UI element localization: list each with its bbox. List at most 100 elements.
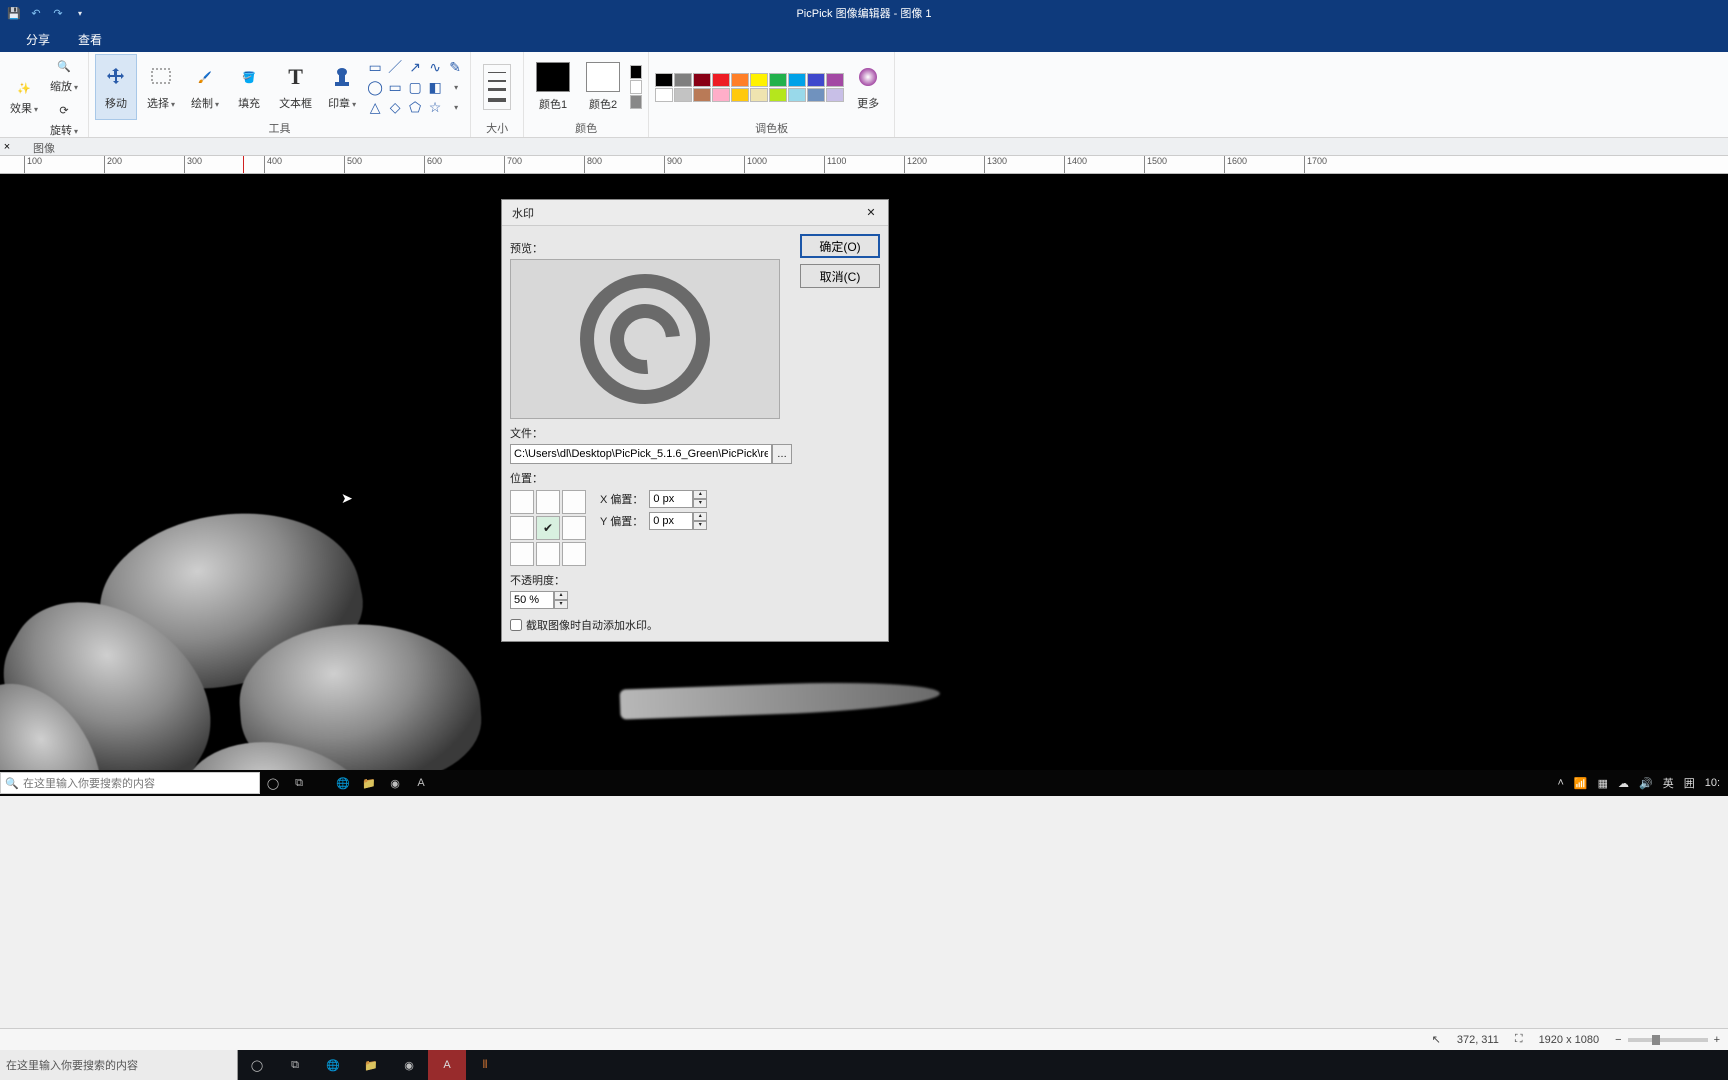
side-white[interactable] [630,80,642,94]
shape-tri[interactable]: △ [366,98,384,116]
app-w-icon-lower[interactable]: ⦀ [466,1050,504,1080]
palette-swatch[interactable] [712,73,730,87]
shape-rect[interactable]: ▭ [386,78,404,96]
palette-swatch[interactable] [807,73,825,87]
search-box-upper[interactable]: 🔍 在这里输入你要搜索的内容 [0,772,260,794]
tray-icon-2[interactable]: ☁ [1618,777,1629,790]
y-offset-input[interactable] [649,512,693,530]
side-black[interactable] [630,65,642,79]
palette-swatch[interactable] [750,88,768,102]
pos-mc[interactable]: ✔ [536,516,560,540]
tab-share[interactable]: 分享 [12,26,64,52]
shape-gallery[interactable]: ▭ ／ ↗ ∿ ✎ ◯ ▭ ▢ ◧ △ ◇ ⬠ ☆ [366,58,464,116]
palette-swatch[interactable] [769,88,787,102]
zoom-in-icon[interactable]: + [1714,1034,1720,1046]
palette-swatch[interactable] [788,88,806,102]
cortana-icon-lower[interactable]: ◯ [238,1050,276,1080]
clock-upper[interactable]: 10: [1705,777,1720,789]
shape-more2[interactable] [446,98,464,116]
palette-swatch[interactable] [807,88,825,102]
shape-callout[interactable]: ◧ [426,78,444,96]
y-up[interactable]: ▴ [693,512,707,521]
color1-button[interactable]: 颜色1 [530,54,576,120]
cancel-button[interactable]: 取消(C) [800,264,880,288]
palette-swatch[interactable] [750,73,768,87]
volume-icon[interactable]: 🔊 [1639,777,1653,790]
shape-round[interactable]: ▢ [406,78,424,96]
pos-ml[interactable] [510,516,534,540]
palette-swatch[interactable] [788,73,806,87]
pos-mr[interactable] [562,516,586,540]
y-down[interactable]: ▾ [693,521,707,530]
edge-icon[interactable]: 🌐 [330,770,356,796]
shape-line[interactable]: ／ [386,58,404,76]
pos-tc[interactable] [536,490,560,514]
x-down[interactable]: ▾ [693,499,707,508]
auto-watermark-checkbox[interactable]: 截取图像时自动添加水印。 [510,617,792,633]
pos-tl[interactable] [510,490,534,514]
shape-more1[interactable] [446,78,464,96]
opacity-input[interactable] [510,591,554,609]
wifi-icon[interactable]: 📶 [1574,777,1588,790]
x-up[interactable]: ▴ [693,490,707,499]
ime-icon[interactable]: 囲 [1684,775,1695,791]
color-palette[interactable] [655,73,844,102]
palette-swatch[interactable] [655,88,673,102]
ok-button[interactable]: 确定(O) [800,234,880,258]
palette-swatch[interactable] [826,73,844,87]
tray-icon-1[interactable]: ▦ [1598,777,1608,790]
shape-diamond[interactable]: ◇ [386,98,404,116]
ime-en[interactable]: 英 [1663,775,1674,791]
shape-pent[interactable]: ⬠ [406,98,424,116]
palette-swatch[interactable] [826,88,844,102]
dialog-close-button[interactable]: ✕ [860,204,882,222]
palette-swatch[interactable] [693,73,711,87]
side-picker[interactable] [630,95,642,109]
qat-dropdown-icon[interactable]: ▾ [72,5,88,21]
zoom-button[interactable]: 🔍 缩放 [46,54,82,96]
shape-arrow[interactable]: ↗ [406,58,424,76]
move-tool[interactable]: 移动 [95,54,137,120]
taskview-icon-lower[interactable]: ⧉ [276,1050,314,1080]
x-offset-input[interactable] [649,490,693,508]
auto-watermark-input[interactable] [510,619,522,631]
chrome-icon-lower[interactable]: ◉ [390,1050,428,1080]
shape-free[interactable]: ✎ [446,58,464,76]
file-path-input[interactable] [510,444,772,464]
zoom-slider[interactable]: − + [1615,1034,1720,1046]
fill-tool[interactable]: 🪣 填充 [229,54,269,120]
taskview-icon[interactable]: ⧉ [286,770,312,796]
app-a-icon-lower[interactable]: A [428,1050,466,1080]
palette-swatch[interactable] [731,88,749,102]
tray-chevron-icon[interactable]: ˄ [1557,777,1563,789]
select-tool[interactable]: 选择 [141,54,181,120]
save-icon[interactable]: 💾 [6,5,22,21]
browse-button[interactable]: … [772,444,792,464]
search-box-lower[interactable]: 在这里输入你要搜索的内容 [0,1050,238,1080]
text-tool[interactable]: T 文本框 [273,54,318,120]
explorer-icon[interactable]: 📁 [356,770,382,796]
palette-swatch[interactable] [712,88,730,102]
pos-br[interactable] [562,542,586,566]
rotate-button[interactable]: ⟳ 旋转 [46,98,82,140]
palette-swatch[interactable] [674,88,692,102]
cortana-circle-icon[interactable]: ◯ [260,770,286,796]
palette-swatch[interactable] [674,73,692,87]
op-down[interactable]: ▾ [554,600,568,609]
shape-rect-y[interactable]: ▭ [366,58,384,76]
app-a-icon[interactable]: A [408,770,434,796]
color2-button[interactable]: 颜色2 [580,54,626,120]
pos-bl[interactable] [510,542,534,566]
palette-swatch[interactable] [769,73,787,87]
stamp-tool[interactable]: 印章 [322,54,362,120]
draw-tool[interactable]: 🖌️ 绘制 [185,54,225,120]
close-doc-button[interactable]: × [0,141,14,153]
palette-swatch[interactable] [731,73,749,87]
tab-view[interactable]: 查看 [64,26,116,52]
shape-curve[interactable]: ∿ [426,58,444,76]
op-up[interactable]: ▴ [554,591,568,600]
explorer-icon-lower[interactable]: 📁 [352,1050,390,1080]
chrome-icon[interactable]: ◉ [382,770,408,796]
shape-star[interactable]: ☆ [426,98,444,116]
undo-icon[interactable]: ↶ [28,5,44,21]
